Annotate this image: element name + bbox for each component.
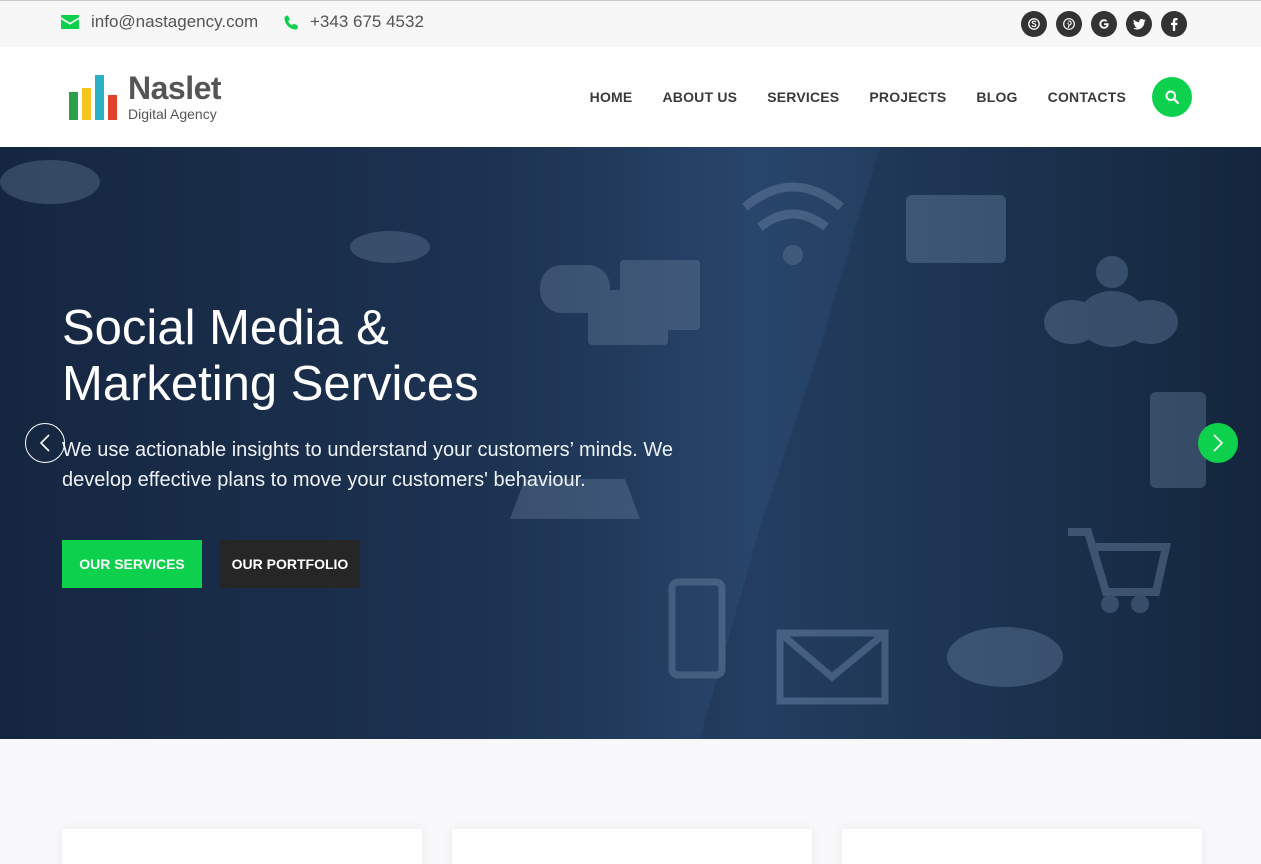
social-links — [1021, 11, 1187, 37]
phone-text[interactable]: +343 675 4532 — [310, 12, 424, 32]
search-button[interactable] — [1152, 77, 1192, 117]
nav-blog[interactable]: BLOG — [976, 89, 1017, 105]
hero-title-line1: Social Media & — [62, 301, 389, 355]
search-icon — [1165, 90, 1179, 104]
google-icon[interactable] — [1091, 11, 1117, 37]
nav-projects[interactable]: PROJECTS — [869, 89, 946, 105]
pinterest-icon[interactable] — [1056, 11, 1082, 37]
facebook-icon[interactable] — [1161, 11, 1187, 37]
hero-slider: Social Media & Marketing Services We use… — [0, 147, 1261, 739]
email-contact[interactable]: info@nastagency.com — [61, 12, 258, 32]
nav-home[interactable]: HOME — [590, 89, 633, 105]
twitter-icon[interactable] — [1126, 11, 1152, 37]
phone-contact[interactable]: +343 675 4532 — [284, 12, 424, 32]
hero-title-line2: Marketing Services — [62, 357, 479, 411]
main-nav: HOME ABOUT US SERVICES PROJECTS BLOG CON… — [590, 89, 1126, 105]
chevron-left-icon — [39, 434, 50, 452]
slider-next-button[interactable] — [1198, 423, 1238, 463]
skype-icon[interactable] — [1021, 11, 1047, 37]
our-services-button[interactable]: OUR SERVICES — [62, 540, 202, 588]
email-text[interactable]: info@nastagency.com — [91, 12, 258, 32]
slider-prev-button[interactable] — [25, 423, 65, 463]
logo-name: Naslet — [128, 70, 222, 106]
feature-card — [452, 829, 812, 864]
hero-title: Social Media & Marketing Services — [62, 300, 682, 412]
nav-contacts[interactable]: CONTACTS — [1048, 89, 1126, 105]
features-section — [0, 739, 1261, 864]
envelope-icon — [61, 15, 79, 29]
chevron-right-icon — [1213, 434, 1224, 452]
top-bar: info@nastagency.com +343 675 4532 — [0, 0, 1261, 47]
nav-services[interactable]: SERVICES — [767, 89, 839, 105]
logo-bars-icon — [68, 74, 120, 122]
hero-description: We use actionable insights to understand… — [62, 439, 674, 491]
feature-card — [62, 829, 422, 864]
logo[interactable]: Naslet Digital Agency — [68, 70, 222, 122]
nav-about-us[interactable]: ABOUT US — [662, 89, 737, 105]
feature-card — [842, 829, 1202, 864]
our-portfolio-button[interactable]: OUR PORTFOLIO — [220, 540, 360, 588]
logo-tagline: Digital Agency — [128, 106, 217, 122]
phone-icon — [284, 15, 298, 30]
site-header: Naslet Digital Agency HOME ABOUT US SERV… — [0, 47, 1261, 147]
